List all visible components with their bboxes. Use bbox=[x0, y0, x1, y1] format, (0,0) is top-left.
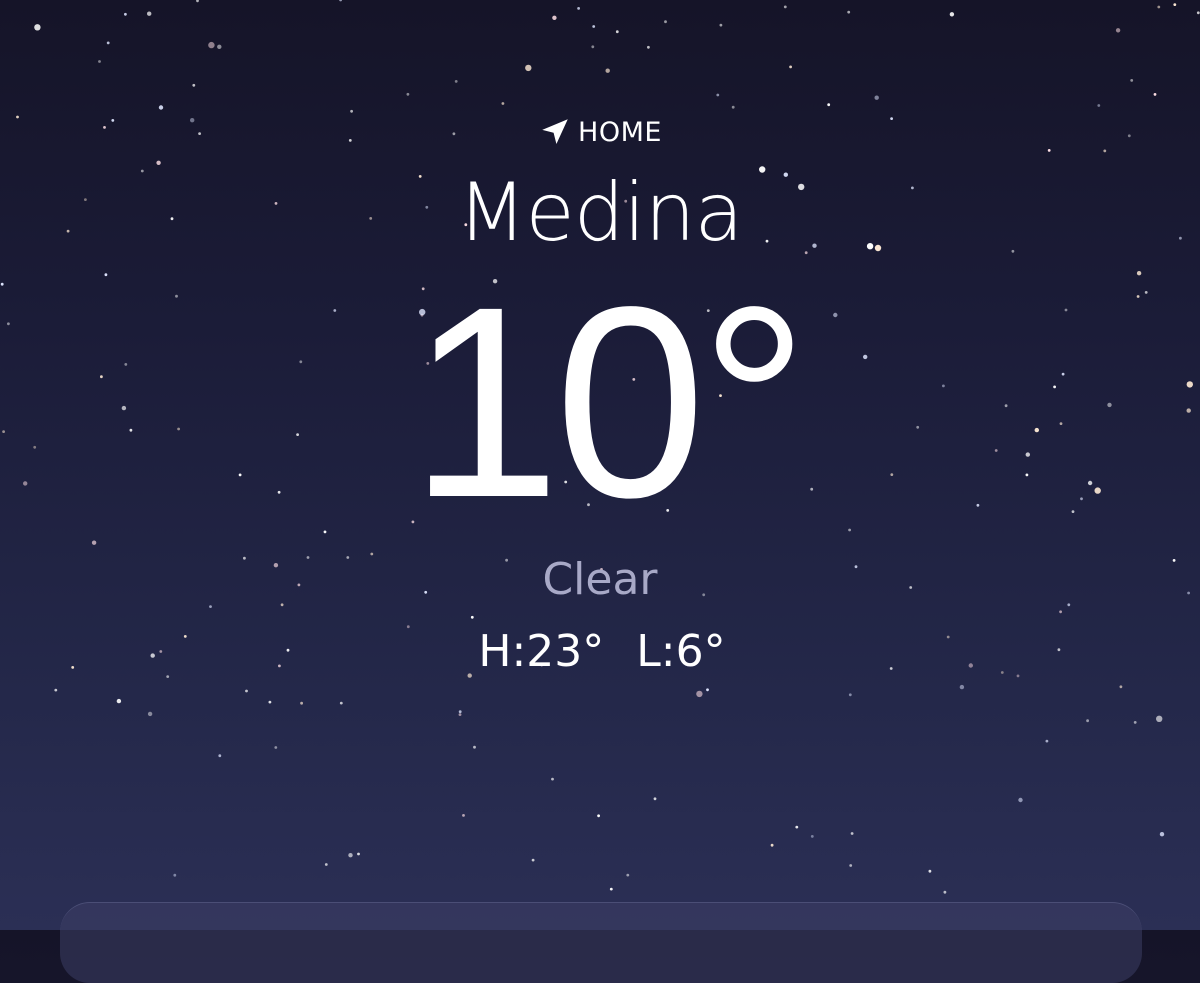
star bbox=[1153, 93, 1157, 96]
star bbox=[1097, 104, 1101, 107]
star bbox=[849, 864, 853, 867]
star bbox=[1018, 797, 1023, 803]
star bbox=[406, 92, 410, 96]
star bbox=[591, 45, 595, 49]
star bbox=[552, 15, 557, 20]
star bbox=[300, 701, 303, 705]
star bbox=[597, 814, 600, 818]
star bbox=[245, 689, 248, 693]
location-arrow-icon bbox=[542, 119, 568, 145]
star bbox=[795, 825, 799, 829]
star bbox=[147, 11, 152, 16]
star bbox=[848, 693, 852, 697]
star bbox=[577, 6, 580, 10]
weather-condition: Clear bbox=[542, 554, 658, 605]
star bbox=[458, 710, 462, 714]
current-temperature: 10° bbox=[409, 250, 808, 554]
forecast-card[interactable] bbox=[60, 902, 1142, 983]
star bbox=[339, 0, 342, 2]
star bbox=[1196, 11, 1200, 15]
star bbox=[458, 713, 462, 716]
star bbox=[1156, 715, 1163, 722]
star bbox=[943, 890, 947, 894]
star bbox=[106, 41, 110, 45]
star bbox=[1173, 3, 1177, 6]
star bbox=[592, 25, 596, 28]
star bbox=[268, 700, 272, 704]
location-header: HOME bbox=[0, 112, 1200, 152]
high-low-temperature: H:23° L:6° bbox=[478, 626, 726, 677]
star bbox=[525, 64, 532, 72]
star bbox=[1086, 719, 1089, 723]
star bbox=[0, 282, 4, 286]
star bbox=[605, 68, 610, 73]
star bbox=[98, 60, 101, 63]
star bbox=[626, 873, 630, 877]
star bbox=[850, 832, 854, 835]
star bbox=[770, 843, 774, 847]
star bbox=[1119, 685, 1123, 689]
star bbox=[158, 105, 164, 110]
star bbox=[116, 698, 122, 704]
star bbox=[34, 24, 41, 31]
star bbox=[196, 0, 199, 3]
star bbox=[208, 41, 215, 49]
star bbox=[54, 688, 58, 692]
star bbox=[1059, 610, 1062, 614]
star bbox=[783, 5, 787, 9]
star bbox=[2, 430, 5, 433]
star bbox=[1045, 739, 1049, 743]
city-name: Medina bbox=[457, 166, 744, 259]
star bbox=[928, 869, 932, 873]
star bbox=[615, 30, 619, 34]
star bbox=[339, 701, 343, 705]
star bbox=[1159, 832, 1165, 837]
star bbox=[470, 615, 474, 619]
star bbox=[274, 746, 278, 749]
star bbox=[501, 102, 505, 105]
star bbox=[647, 45, 650, 49]
star bbox=[124, 12, 127, 16]
star bbox=[706, 688, 709, 692]
star bbox=[348, 853, 353, 858]
star bbox=[949, 12, 955, 17]
star bbox=[531, 858, 535, 862]
star bbox=[1130, 79, 1134, 82]
star bbox=[609, 887, 613, 891]
star bbox=[716, 93, 720, 97]
star bbox=[664, 20, 667, 24]
star bbox=[462, 814, 465, 817]
star bbox=[696, 690, 703, 698]
star bbox=[847, 10, 851, 14]
star bbox=[827, 103, 831, 107]
star bbox=[959, 684, 965, 690]
star bbox=[218, 754, 222, 758]
star bbox=[357, 852, 360, 856]
star bbox=[91, 540, 97, 545]
star bbox=[217, 44, 222, 49]
star bbox=[1133, 721, 1137, 724]
star bbox=[192, 83, 196, 87]
star bbox=[324, 863, 328, 866]
star bbox=[454, 80, 458, 83]
star bbox=[1115, 28, 1121, 33]
star bbox=[874, 95, 879, 100]
star bbox=[551, 777, 554, 781]
star bbox=[653, 797, 657, 801]
star bbox=[731, 105, 735, 109]
star bbox=[173, 873, 177, 877]
star bbox=[810, 835, 814, 838]
star bbox=[473, 745, 476, 749]
star bbox=[789, 65, 792, 69]
star bbox=[147, 711, 153, 717]
star bbox=[719, 23, 723, 27]
location-label: HOME bbox=[578, 116, 662, 148]
star bbox=[1157, 5, 1161, 9]
